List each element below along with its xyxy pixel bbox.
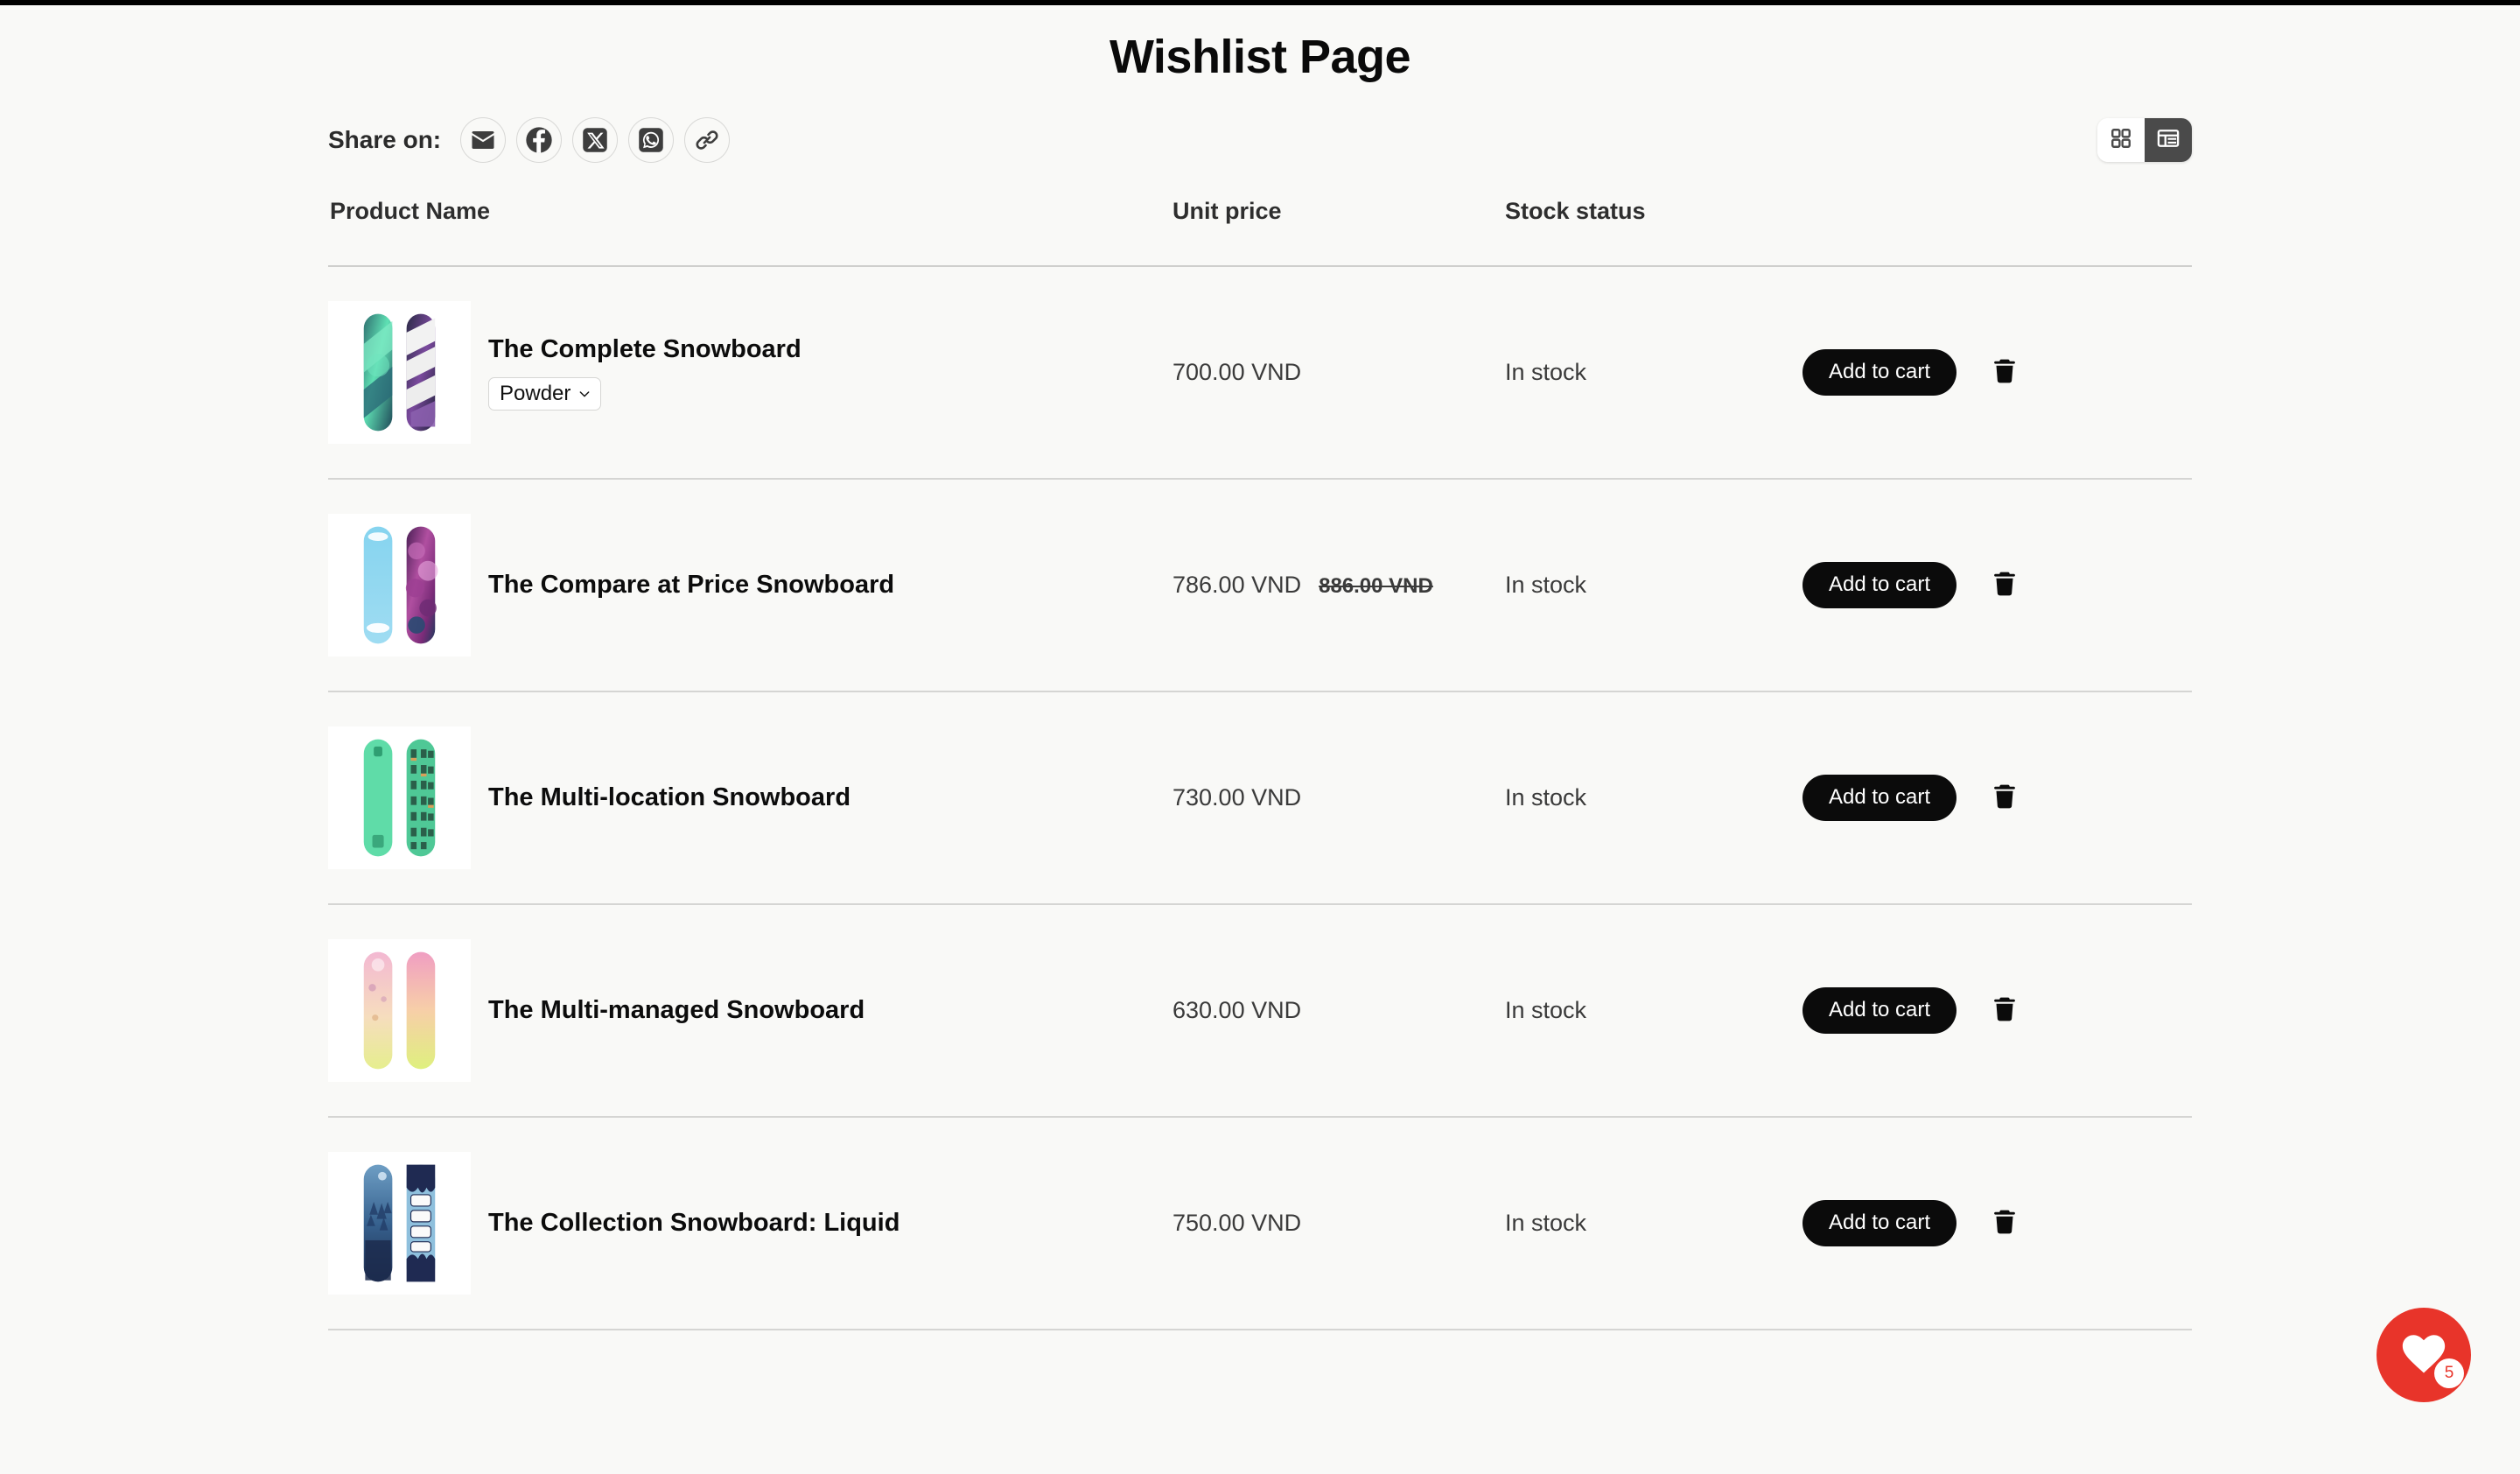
stock-status: In stock: [1505, 784, 1587, 811]
cell-stock-status: In stock: [1505, 359, 1802, 386]
share-section: Share on:: [328, 117, 731, 163]
product-price: 786.00 VND: [1172, 572, 1302, 598]
product-price: 730.00 VND: [1172, 784, 1302, 811]
stock-status: In stock: [1505, 997, 1587, 1023]
trash-icon: [1990, 994, 2020, 1027]
cell-unit-price: 730.00 VND: [1172, 784, 1505, 811]
cell-stock-status: In stock: [1505, 572, 1802, 599]
page-title: Wishlist Page: [1109, 31, 1411, 83]
x-share-button[interactable]: [572, 117, 619, 163]
stock-status: In stock: [1505, 359, 1587, 385]
trash-icon: [1990, 1207, 2020, 1239]
product-thumbnail[interactable]: [328, 726, 471, 869]
product-name[interactable]: The Collection Snowboard: Liquid: [488, 1208, 900, 1239]
add-to-cart-button[interactable]: Add to cart: [1802, 349, 1957, 396]
product-name[interactable]: The Compare at Price Snowboard: [488, 570, 894, 600]
cell-unit-price: 630.00 VND: [1172, 997, 1505, 1024]
grid-icon: [2110, 127, 2132, 154]
header-product-name: Product Name: [330, 198, 491, 224]
whatsapp-share-icon: [638, 127, 664, 153]
facebook-share-button[interactable]: [516, 117, 563, 163]
facebook-share-icon: [525, 126, 553, 154]
table-body: The Complete Snowboard Powder 700.00 VND…: [328, 267, 2192, 1330]
header-unit-price: Unit price: [1172, 198, 1282, 224]
x-share-icon: [582, 127, 608, 153]
email-share-icon: [470, 127, 496, 153]
table-row: The Multi-managed Snowboard 630.00 VND I…: [328, 905, 2192, 1118]
trash-icon: [1990, 782, 2020, 814]
stock-status: In stock: [1505, 1210, 1587, 1236]
cell-product: The Compare at Price Snowboard: [328, 514, 1172, 656]
copy-link-button[interactable]: [684, 117, 731, 163]
share-icon-list: [460, 117, 731, 163]
view-toggle: [2097, 118, 2192, 162]
cell-unit-price: 750.00 VND: [1172, 1210, 1505, 1237]
cell-actions: Add to cart: [1802, 349, 2192, 396]
product-thumbnail[interactable]: [328, 939, 471, 1082]
product-name[interactable]: The Multi-managed Snowboard: [488, 995, 864, 1026]
product-price: 750.00 VND: [1172, 1210, 1302, 1236]
table-row: The Collection Snowboard: Liquid 750.00 …: [328, 1118, 2192, 1330]
table-row: The Multi-location Snowboard 730.00 VND …: [328, 692, 2192, 905]
cell-product: The Multi-managed Snowboard: [328, 939, 1172, 1082]
cell-actions: Add to cart: [1802, 562, 2192, 608]
cell-unit-price: 700.00 VND: [1172, 359, 1505, 386]
product-info: The Multi-location Snowboard: [488, 783, 850, 813]
cell-product: The Multi-location Snowboard: [328, 726, 1172, 869]
stock-status: In stock: [1505, 572, 1587, 598]
whatsapp-share-button[interactable]: [628, 117, 675, 163]
trash-icon: [1990, 569, 2020, 601]
list-icon: [2156, 126, 2180, 155]
grid-view-button[interactable]: [2097, 118, 2145, 162]
share-and-view-row: Share on:: [328, 117, 2192, 163]
table-header-row: Product Name Unit price Stock status: [328, 198, 2192, 267]
product-info: The Complete Snowboard Powder: [488, 334, 802, 411]
cell-actions: Add to cart: [1802, 987, 2192, 1034]
remove-from-wishlist-button[interactable]: [1990, 994, 2020, 1027]
cell-stock-status: In stock: [1505, 997, 1802, 1024]
cell-product: The Collection Snowboard: Liquid: [328, 1152, 1172, 1295]
table-row: The Complete Snowboard Powder 700.00 VND…: [328, 267, 2192, 480]
product-price: 630.00 VND: [1172, 997, 1302, 1023]
top-accent-bar: [0, 0, 2520, 5]
product-info: The Compare at Price Snowboard: [488, 570, 894, 600]
chevron-down-icon: [579, 391, 590, 397]
cell-actions: Add to cart: [1802, 775, 2192, 821]
product-price: 700.00 VND: [1172, 359, 1302, 385]
page-content: Share on: Product Name Unit price Stock …: [328, 117, 2192, 1330]
remove-from-wishlist-button[interactable]: [1990, 782, 2020, 814]
product-thumbnail[interactable]: [328, 301, 471, 444]
variant-select[interactable]: Powder: [488, 376, 602, 411]
product-info: The Collection Snowboard: Liquid: [488, 1208, 900, 1239]
trash-icon: [1990, 356, 2020, 389]
remove-from-wishlist-button[interactable]: [1990, 569, 2020, 601]
product-name[interactable]: The Multi-location Snowboard: [488, 783, 850, 813]
product-name[interactable]: The Complete Snowboard: [488, 334, 802, 365]
product-compare-price: 886.00 VND: [1319, 574, 1433, 598]
cell-stock-status: In stock: [1505, 784, 1802, 811]
table-row: The Compare at Price Snowboard 786.00 VN…: [328, 480, 2192, 692]
cell-actions: Add to cart: [1802, 1200, 2192, 1246]
add-to-cart-button[interactable]: Add to cart: [1802, 562, 1957, 608]
add-to-cart-button[interactable]: Add to cart: [1802, 775, 1957, 821]
share-label: Share on:: [328, 126, 442, 153]
add-to-cart-button[interactable]: Add to cart: [1802, 987, 1957, 1034]
variant-select-value: Powder: [500, 381, 571, 405]
remove-from-wishlist-button[interactable]: [1990, 1207, 2020, 1239]
cell-product: The Complete Snowboard Powder: [328, 301, 1172, 444]
product-thumbnail[interactable]: [328, 1152, 471, 1295]
email-share-button[interactable]: [460, 117, 507, 163]
cell-stock-status: In stock: [1505, 1210, 1802, 1237]
remove-from-wishlist-button[interactable]: [1990, 356, 2020, 389]
copy-link-icon: [694, 127, 720, 153]
cell-unit-price: 786.00 VND 886.00 VND: [1172, 572, 1505, 599]
product-info: The Multi-managed Snowboard: [488, 995, 864, 1026]
list-view-button[interactable]: [2145, 118, 2192, 162]
floating-wishlist-button[interactable]: 5: [2376, 1308, 2471, 1402]
header-stock-status: Stock status: [1505, 198, 1646, 224]
product-thumbnail[interactable]: [328, 514, 471, 656]
wishlist-count-badge: 5: [2434, 1358, 2464, 1388]
wishlist-table: Product Name Unit price Stock status The…: [328, 198, 2192, 1330]
add-to-cart-button[interactable]: Add to cart: [1802, 1200, 1957, 1246]
